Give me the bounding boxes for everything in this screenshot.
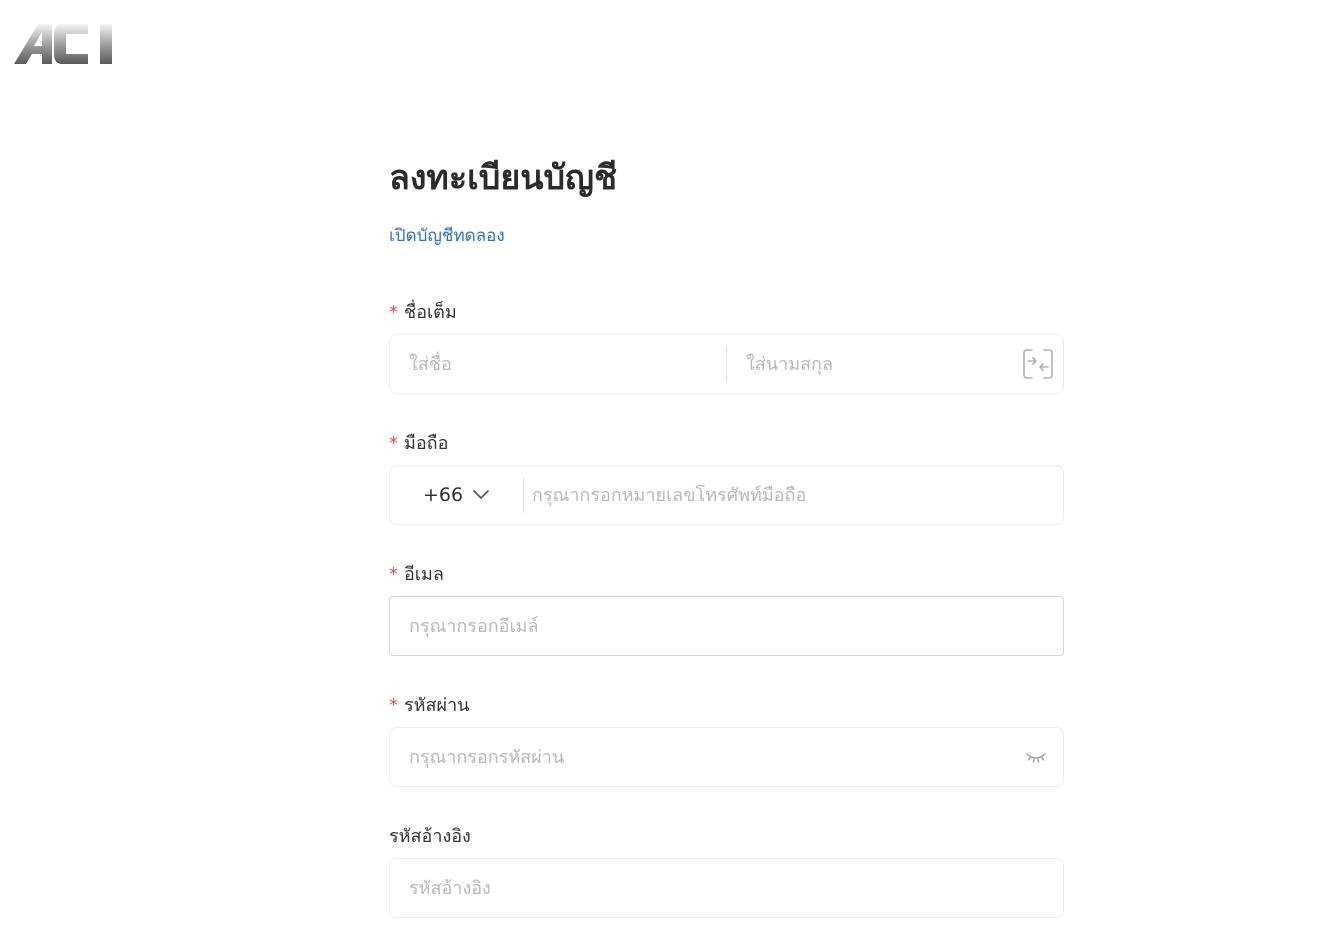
referral-code-input[interactable] xyxy=(390,859,1060,917)
chevron-down-icon xyxy=(473,490,489,499)
email-input-group xyxy=(389,596,1064,656)
email-label: * อีเมล xyxy=(389,564,444,585)
required-mark: * xyxy=(389,302,398,323)
referral-input-group xyxy=(389,858,1064,918)
page-title: ลงทะเบียนบัญชี xyxy=(389,158,618,198)
last-name-input[interactable] xyxy=(727,335,1007,393)
full-name-field: * ชื่อเต็ม xyxy=(389,300,1064,394)
required-mark: * xyxy=(389,433,398,454)
email-field: * อีเมล xyxy=(389,562,1064,656)
aci-logo xyxy=(14,24,112,64)
registration-form: ลงทะเบียนบัญชี เปิดบัญชีทดลอง *ชื่อเต็ม xyxy=(389,150,1064,918)
full-name-label: * ชื่อเต็ม xyxy=(389,302,457,323)
mobile-field: * มือถือ +66 xyxy=(389,431,1064,525)
eye-closed-icon[interactable] xyxy=(1025,750,1047,764)
mobile-number-input[interactable] xyxy=(524,466,1054,524)
required-mark: * xyxy=(389,564,398,585)
country-code-value: +66 xyxy=(422,484,464,506)
full-name-input-group xyxy=(389,334,1064,394)
country-code-select[interactable]: +66 xyxy=(390,466,522,524)
password-input[interactable] xyxy=(390,728,1010,786)
password-field: * รหัสผ่าน xyxy=(389,693,1064,787)
mobile-label: * มือถือ xyxy=(389,433,449,454)
open-demo-account-link[interactable]: เปิดบัญชีทดลอง xyxy=(389,222,505,249)
email-input[interactable] xyxy=(390,597,1060,655)
password-input-group xyxy=(389,727,1064,787)
swap-fields-icon[interactable] xyxy=(1021,347,1055,381)
required-mark: * xyxy=(389,695,398,716)
password-label: * รหัสผ่าน xyxy=(389,695,470,716)
referral-field: รหัสอ้างอิง xyxy=(389,824,1064,918)
registration-page: ลงทะเบียนบัญชี เปิดบัญชีทดลอง *ชื่อเต็ม xyxy=(0,0,1324,938)
first-name-input[interactable] xyxy=(390,335,720,393)
referral-label: รหัสอ้างอิง xyxy=(389,826,471,847)
mobile-input-group: +66 xyxy=(389,465,1064,525)
